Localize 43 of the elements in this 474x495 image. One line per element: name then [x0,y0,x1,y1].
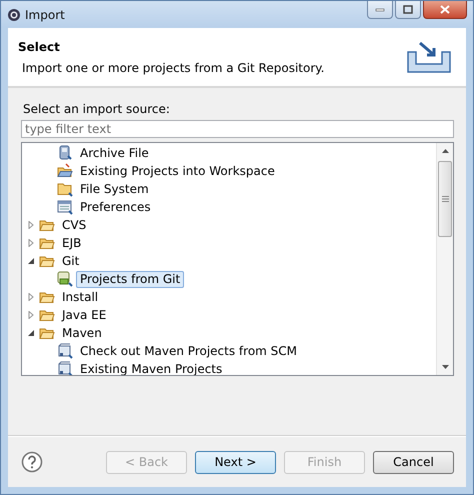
close-button[interactable] [423,1,467,19]
tree-item[interactable]: Archive File [76,144,153,162]
source-label: Select an import source: [22,102,171,116]
tree-item[interactable]: CVS [58,216,90,234]
tree-item[interactable]: Existing Maven Projects [76,360,226,375]
scrollbar[interactable] [436,143,453,375]
expand-arrow-icon[interactable] [27,311,35,319]
filter-field[interactable]: type filter text [21,120,454,138]
import-tray-icon [406,40,452,74]
grip-icon [442,196,448,202]
scroll-up-icon[interactable] [442,149,448,153]
tree-item[interactable]: Maven [58,324,106,342]
maximize-button[interactable] [395,1,421,19]
maximize-icon [403,5,413,14]
tree-item[interactable]: Existing Projects into Workspace [76,162,279,180]
open-folder-icon [57,163,73,179]
collapse-arrow-icon[interactable] [27,329,35,337]
tree-item[interactable]: EJB [58,234,86,252]
project-icon [57,343,73,359]
collapse-arrow-icon[interactable] [27,257,35,265]
tree-item[interactable]: Projects from Git [76,270,184,288]
project-icon [57,361,73,375]
page-description: Import one or more projects from a Git Repository. [21,60,326,74]
expand-arrow-icon[interactable] [27,221,35,229]
window-title: Import [25,8,65,22]
folder-icon [57,181,73,197]
tree-item[interactable]: Check out Maven Projects from SCM [76,342,302,360]
expand-arrow-icon[interactable] [27,239,35,247]
minimize-icon [375,8,385,12]
help-icon[interactable] [21,451,43,473]
expand-arrow-icon[interactable] [27,293,35,301]
page-title: Select [18,40,61,54]
window-icon [57,199,73,215]
tree-item[interactable]: Install [58,288,102,306]
scroll-down-icon[interactable] [442,365,448,369]
tree-item[interactable]: Preferences [76,198,155,216]
dialog-button[interactable]: Next > [195,450,276,474]
close-icon [440,5,450,14]
git-repository-icon [57,271,73,287]
tree-item[interactable]: Git [58,252,84,270]
dialog-button[interactable]: Cancel [373,450,454,474]
tree-item[interactable]: File System [76,180,153,198]
tree-item[interactable]: Java EE [58,306,110,324]
